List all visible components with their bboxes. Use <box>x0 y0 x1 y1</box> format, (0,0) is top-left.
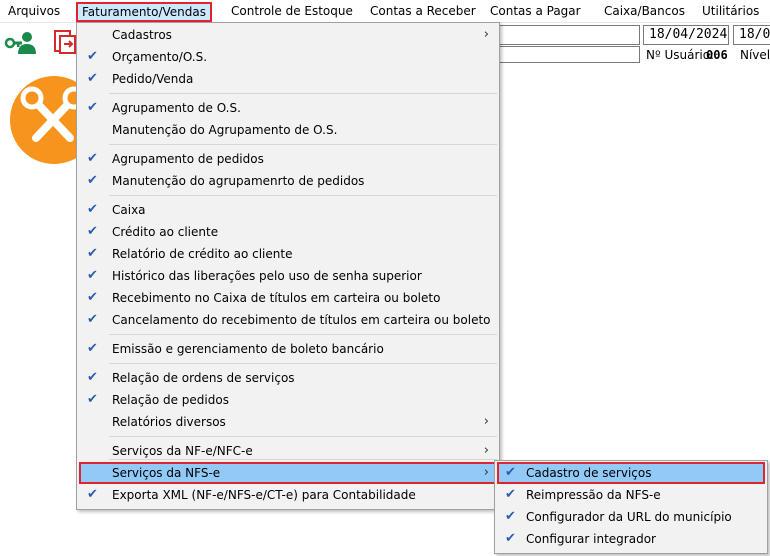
menu-separator <box>109 144 497 145</box>
check-icon: ✔ <box>87 290 98 305</box>
nivel-label: Nível: <box>740 48 770 62</box>
check-icon: ✔ <box>505 509 516 524</box>
submenu-item-configurar-integrador[interactable]: ✔ Configurar integrador <box>497 528 765 550</box>
date-field-1[interactable]: 18/04/2024 <box>643 25 729 45</box>
menu-separator <box>109 195 497 196</box>
menu-item-label: Recebimento no Caixa de títulos em carte… <box>112 291 441 305</box>
menu-item-label: Histórico das liberações pelo uso de sen… <box>112 269 422 283</box>
menu-item-label: Relatório de crédito ao cliente <box>112 247 293 261</box>
menu-item-emissao-e-gerenciamento-de-boleto-bancario[interactable]: ✔ Emissão e gerenciamento de boleto bancá… <box>79 338 497 360</box>
menu-item-label: Orçamento/O.S. <box>112 50 208 64</box>
menu-item-label: Agrupamento de pedidos <box>112 152 264 166</box>
menu-controle-estoque[interactable]: Controle de Estoque <box>231 3 353 19</box>
menu-bar: Arquivos Faturamento/Vendas Controle de … <box>0 0 770 23</box>
submenu-item-reimpressao-da-nfs-e[interactable]: ✔ Reimpressão da NFS-e <box>497 484 765 506</box>
menu-item-label: Crédito ao cliente <box>112 225 219 239</box>
menu-contas-pagar[interactable]: Contas a Pagar <box>490 3 581 19</box>
check-icon: ✔ <box>87 246 98 261</box>
menu-item-pedido-venda[interactable]: ✔ Pedido/Venda <box>79 68 497 90</box>
check-icon: ✔ <box>505 465 516 480</box>
submenu-item-label: Configurar integrador <box>526 532 656 546</box>
check-icon: ✔ <box>87 341 98 356</box>
check-icon: ✔ <box>87 370 98 385</box>
submenu-item-cadastro-de-servicos[interactable]: ✔ Cadastro de serviços <box>497 462 765 484</box>
menu-item-cadastros[interactable]: Cadastros › <box>79 24 497 46</box>
check-icon: ✔ <box>87 224 98 239</box>
usuario-label: Nº Usuário: <box>646 48 715 62</box>
check-icon: ✔ <box>87 49 98 64</box>
menu-item-label: Relação de pedidos <box>112 393 229 407</box>
check-icon: ✔ <box>87 312 98 327</box>
menu-item-historico-das-liberacoes-pelo-uso-de-senha-superior[interactable]: ✔ Histórico das liberações pelo uso de se… <box>79 265 497 287</box>
submenu-item-label: Configurador da URL do município <box>526 510 732 524</box>
check-icon: ✔ <box>87 71 98 86</box>
user-key-icon[interactable] <box>2 28 36 56</box>
chevron-right-icon: › <box>483 414 489 429</box>
menu-item-label: Relação de ordens de serviços <box>112 371 295 385</box>
menu-item-exporta-xml-nf-e-nfs-e-ct-e-para-contabilidade[interactable]: ✔ Exporta XML (NF-e/NFS-e/CT-e) para Cont… <box>79 484 497 506</box>
menu-item-agrupamento-de-pedidos[interactable]: ✔ Agrupamento de pedidos <box>79 148 497 170</box>
date-field-2[interactable]: 18/0 <box>733 25 770 45</box>
check-icon: ✔ <box>87 173 98 188</box>
check-icon: ✔ <box>87 392 98 407</box>
menu-item-label: Cancelamento do recebimento de títulos e… <box>112 313 491 327</box>
menu-item-relacao-de-pedidos[interactable]: ✔ Relação de pedidos <box>79 389 497 411</box>
menu-item-relatorio-de-credito-ao-cliente[interactable]: ✔ Relatório de crédito ao cliente <box>79 243 497 265</box>
check-icon: ✔ <box>87 202 98 217</box>
menu-separator <box>109 436 497 437</box>
menu-item-label: Serviços da NFS-e <box>112 466 221 480</box>
menu-item-orcamento-o-s[interactable]: ✔ Orçamento/O.S. <box>79 46 497 68</box>
submenu-item-label: Cadastro de serviços <box>526 466 652 480</box>
header-field-blank-2[interactable] <box>496 46 640 63</box>
menu-separator <box>109 93 497 94</box>
menu-item-label: Exporta XML (NF-e/NFS-e/CT-e) para Conta… <box>112 488 416 502</box>
menu-item-recebimento-no-caixa-de-titulos-em-carteira-ou-boleto[interactable]: ✔ Recebimento no Caixa de títulos em cart… <box>79 287 497 309</box>
menu-item-manutencao-do-agrupamenrto-de-pedidos[interactable]: ✔ Manutenção do agrupamenrto de pedidos <box>79 170 497 192</box>
menu-arquivos[interactable]: Arquivos <box>8 3 60 19</box>
menu-item-label: Cadastros <box>112 28 172 42</box>
check-icon: ✔ <box>505 487 516 502</box>
menu-separator <box>109 363 497 364</box>
check-icon: ✔ <box>505 531 516 546</box>
menu-item-label: Pedido/Venda <box>112 72 194 86</box>
submenu-item-configurador-da-url-do-municipio[interactable]: ✔ Configurador da URL do município <box>497 506 765 528</box>
document-exit-icon[interactable] <box>52 28 78 56</box>
check-icon: ✔ <box>87 151 98 166</box>
menu-item-label: Relatórios diversos <box>112 415 226 429</box>
menu-utilitarios[interactable]: Utilitários <box>702 3 759 19</box>
faturamento-dropdown-menu: Cadastros › ✔ Orçamento/O.S. ✔ Pedido/Venda ✔ A… <box>76 22 500 510</box>
menu-item-agrupamento-de-o-s[interactable]: ✔ Agrupamento de O.S. <box>79 97 497 119</box>
nfse-submenu: ✔ Cadastro de serviços ✔ Reimpressão da NFS… <box>494 460 768 554</box>
submenu-item-label: Reimpressão da NFS-e <box>526 488 661 502</box>
menu-item-label: Agrupamento de O.S. <box>112 101 241 115</box>
chevron-right-icon: › <box>483 465 489 480</box>
menu-item-label: Emissão e gerenciamento de boleto bancár… <box>112 342 384 356</box>
menu-item-relacao-de-ordens-de-servicos[interactable]: ✔ Relação de ordens de serviços <box>79 367 497 389</box>
menu-item-credito-ao-cliente[interactable]: ✔ Crédito ao cliente <box>79 221 497 243</box>
menu-item-label: Caixa <box>112 203 146 217</box>
header-field-blank[interactable] <box>496 25 640 45</box>
menu-caixa-bancos[interactable]: Caixa/Bancos <box>604 3 685 19</box>
menu-item-relatorios-diversos[interactable]: Relatórios diversos › <box>79 411 497 433</box>
check-icon: ✔ <box>87 268 98 283</box>
menu-item-label: Manutenção do agrupamenrto de pedidos <box>112 174 365 188</box>
menu-contas-receber[interactable]: Contas a Receber <box>370 3 476 19</box>
chevron-right-icon: › <box>483 27 489 42</box>
menu-separator <box>109 334 497 335</box>
menu-item-manutencao-do-agrupamento-de-o-s[interactable]: Manutenção do Agrupamento de O.S. <box>79 119 497 141</box>
usuario-value: 006 <box>706 48 728 62</box>
menu-item-servicos-da-nfs-e[interactable]: Serviços da NFS-e › <box>79 462 497 484</box>
menu-item-cancelamento-do-recebimento-de-titulos-em-carteira-ou-boleto[interactable]: ✔ Cancelamento do recebimento de títulos … <box>79 309 497 331</box>
check-icon: ✔ <box>87 487 98 502</box>
menu-item-label: Manutenção do Agrupamento de O.S. <box>112 123 338 137</box>
check-icon: ✔ <box>87 100 98 115</box>
menu-separator <box>109 459 497 460</box>
menu-faturamento-vendas[interactable]: Faturamento/Vendas <box>76 2 213 22</box>
menu-item-caixa[interactable]: ✔ Caixa <box>79 199 497 221</box>
